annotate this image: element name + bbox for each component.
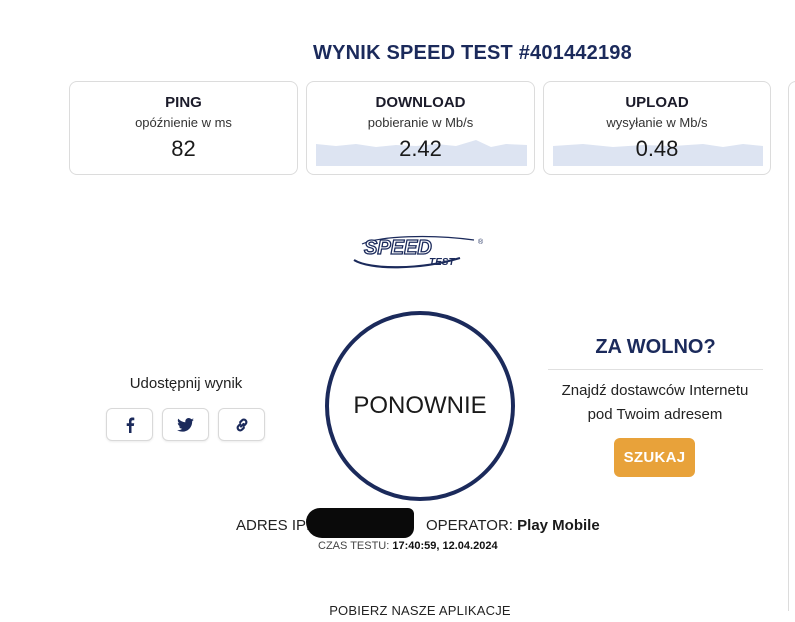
share-facebook-button[interactable] [106, 408, 153, 441]
promo-text: Znajdź dostawców Internetu pod Twoim adr… [540, 379, 770, 427]
upload-label: UPLOAD [625, 94, 689, 111]
upload-card: UPLOAD wysyłanie w Mb/s 0.48 [543, 81, 771, 175]
download-card: DOWNLOAD pobieranie w Mb/s 2.42 [306, 81, 535, 175]
promo-divider [548, 369, 763, 370]
ip-redaction [306, 508, 414, 538]
twitter-icon [177, 417, 194, 432]
upload-sublabel: wysyłanie w Mb/s [606, 115, 708, 130]
side-panel-edge [788, 81, 795, 611]
download-value: 2.42 [399, 136, 442, 161]
operator-label: OPERATOR: [426, 517, 513, 534]
operator-value: Play Mobile [517, 517, 600, 534]
test-time-label: CZAS TESTU: [318, 540, 390, 552]
promo-text-line2: pod Twoim adresem [587, 406, 723, 423]
search-providers-button[interactable]: SZUKAJ [614, 438, 695, 477]
retest-label: PONOWNIE [353, 392, 487, 419]
logo-text-main: SPEED [364, 237, 432, 259]
test-time-value: 17:40:59, 12.04.2024 [392, 540, 498, 552]
facebook-icon [126, 417, 134, 433]
download-apps-link[interactable]: POBIERZ NASZE APLIKACJE [260, 603, 580, 618]
share-link-button[interactable] [218, 408, 265, 441]
ping-sublabel: opóźnienie w ms [135, 115, 232, 130]
logo-registered-mark: ® [478, 238, 484, 246]
speedtest-logo: SPEED TEST ® [353, 235, 484, 269]
retest-button[interactable]: PONOWNIE [325, 311, 515, 501]
promo-title: ZA WOLNO? [595, 336, 716, 358]
promo-text-line1: Znajdź dostawców Internetu [561, 382, 749, 399]
share-label: Udostępnij wynik [129, 375, 243, 392]
download-sublabel: pobieranie w Mb/s [367, 115, 474, 130]
test-time-row: CZAS TESTU: 17:40:59, 12.04.2024 [318, 540, 498, 552]
ping-value: 82 [171, 136, 196, 161]
download-label: DOWNLOAD [375, 94, 466, 111]
ip-label: ADRES IP: [236, 517, 311, 534]
ping-card: PING opóźnienie w ms 82 [69, 81, 298, 175]
upload-value: 0.48 [635, 136, 679, 161]
link-icon [236, 418, 247, 431]
operator-row: OPERATOR: Play Mobile [426, 517, 600, 534]
share-twitter-button[interactable] [162, 408, 209, 441]
page-title: WYNIK SPEED TEST #401442198 [313, 42, 632, 64]
ping-label: PING [165, 94, 202, 111]
logo-text-sub: TEST [429, 257, 455, 268]
